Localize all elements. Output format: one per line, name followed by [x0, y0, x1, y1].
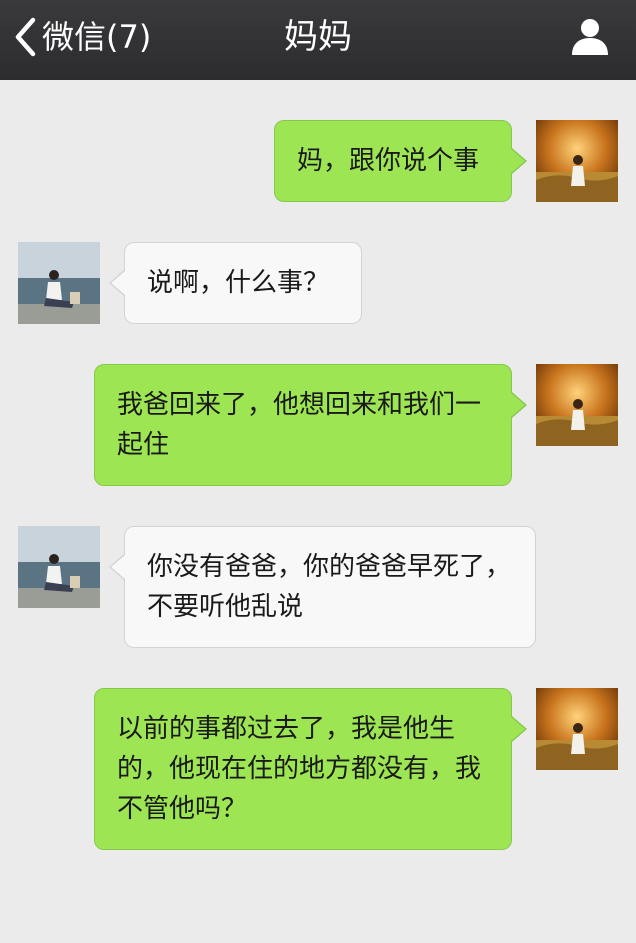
- message-bubble[interactable]: 妈，跟你说个事: [274, 120, 527, 202]
- message-text: 你没有爸爸，你的爸爸早死了，不要听他乱说: [147, 552, 512, 622]
- profile-button[interactable]: [570, 16, 610, 56]
- message-row-outgoing: 妈，跟你说个事: [0, 120, 636, 204]
- message-row-incoming: 说啊，什么事？: [0, 242, 636, 326]
- chat-title: 妈妈: [284, 17, 352, 57]
- avatar[interactable]: [18, 526, 100, 608]
- message-row-incoming: 你没有爸爸，你的爸爸早死了，不要听他乱说: [0, 526, 636, 650]
- back-label: 微信(7): [42, 18, 152, 56]
- avatar[interactable]: [536, 364, 618, 446]
- message-text: 说啊，什么事？: [147, 268, 330, 298]
- message-text: 我爸回来了，他想回来和我们一起住: [117, 390, 482, 460]
- message-text: 妈，跟你说个事: [297, 146, 480, 176]
- avatar[interactable]: [536, 688, 618, 770]
- message-bubble[interactable]: 以前的事都过去了，我是他生的，他现在住的地方都没有，我不管他吗？: [94, 688, 527, 850]
- navigation-bar: 微信(7) 妈妈: [0, 0, 636, 80]
- message-text: 以前的事都过去了，我是他生的，他现在住的地方都没有，我不管他吗？: [117, 714, 482, 824]
- message-row-outgoing: 以前的事都过去了，我是他生的，他现在住的地方都没有，我不管他吗？: [0, 688, 636, 852]
- chevron-left-icon: [14, 17, 36, 57]
- message-bubble[interactable]: 说啊，什么事？: [109, 242, 362, 324]
- message-bubble[interactable]: 你没有爸爸，你的爸爸早死了，不要听他乱说: [109, 526, 536, 648]
- person-icon: [570, 19, 610, 60]
- message-row-outgoing: 我爸回来了，他想回来和我们一起住: [0, 364, 636, 488]
- avatar[interactable]: [18, 242, 100, 324]
- message-bubble[interactable]: 我爸回来了，他想回来和我们一起住: [94, 364, 527, 486]
- back-button[interactable]: 微信(7): [14, 14, 151, 60]
- avatar[interactable]: [536, 120, 618, 202]
